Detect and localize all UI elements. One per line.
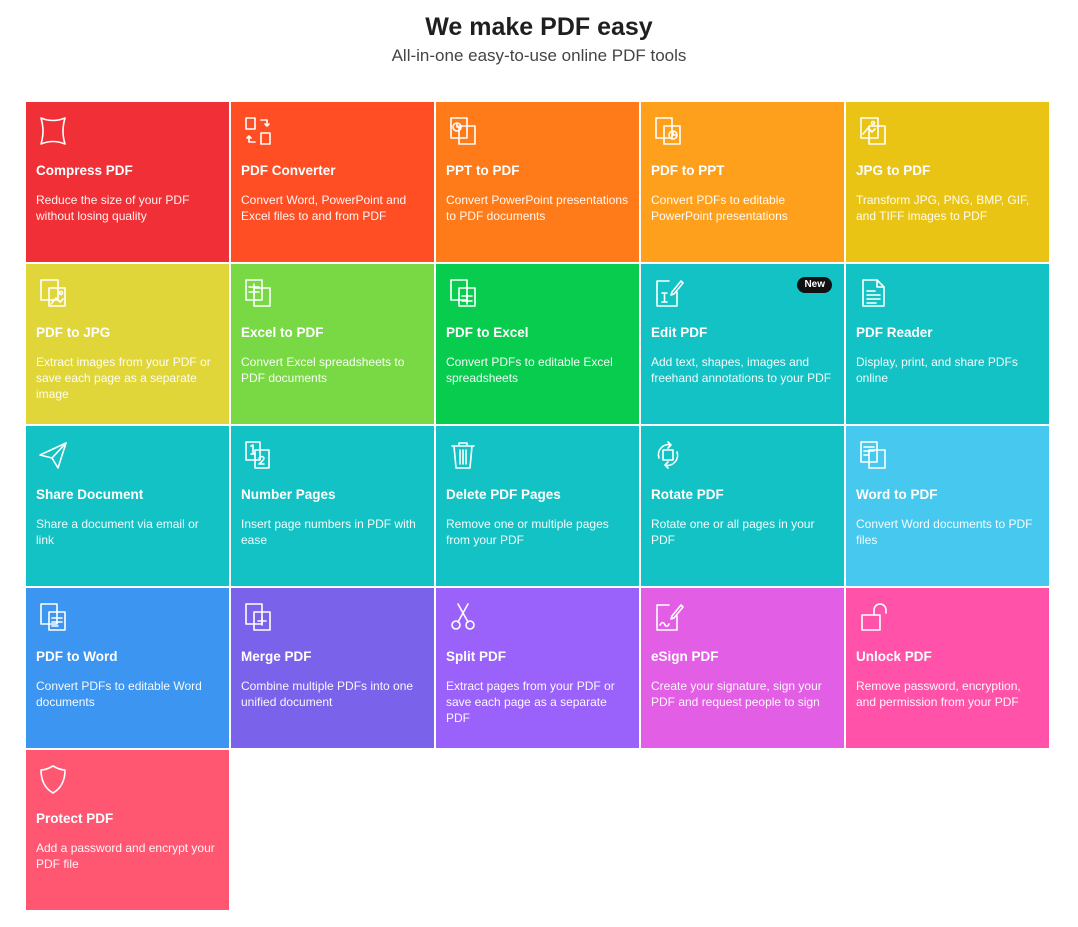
page-subtitle: All-in-one easy-to-use online PDF tools [391, 46, 687, 65]
page-header: We make PDF easy All-in-one easy-to-use … [0, 0, 1078, 67]
tool-name: Excel to PDF [241, 325, 324, 340]
tool-name: eSign PDF [651, 649, 719, 664]
compress-icon [36, 114, 70, 148]
tool-name: Compress PDF [36, 163, 133, 178]
tool-card-pdf-reader[interactable]: PDF Reader Display, print, and share PDFs… [846, 264, 1049, 424]
tool-description: Remove password, encryption, and permiss… [856, 679, 1021, 709]
tool-card-pdf-to-jpg[interactable]: PDF to JPG Extract images from your PDF o… [26, 264, 229, 424]
new-badge: New [797, 277, 832, 293]
share-icon [36, 438, 70, 472]
reader-icon [856, 276, 890, 310]
tool-name: Edit PDF [651, 325, 708, 340]
tool-description: Convert Word documents to PDF files [856, 517, 1033, 547]
tool-card-compress-pdf[interactable]: Compress PDF Reduce the size of your PDF … [26, 102, 229, 262]
tool-description: Display, print, and share PDFs online [856, 355, 1018, 385]
tool-name: Split PDF [446, 649, 506, 664]
tool-description: Add a password and encrypt your PDF file [36, 841, 215, 871]
tool-name: Merge PDF [241, 649, 312, 664]
tool-description: Share a document via email or link [36, 517, 199, 547]
word-to-pdf-icon [856, 438, 890, 472]
tool-card-jpg-to-pdf[interactable]: JPG to PDF Transform JPG, PNG, BMP, GIF, … [846, 102, 1049, 262]
scissors-icon [446, 600, 480, 634]
tool-card-pdf-to-word[interactable]: PDF to Word Convert PDFs to editable Word… [26, 588, 229, 748]
tool-card-pdf-to-ppt[interactable]: PDF to PPT Convert PDFs to editable Power… [641, 102, 844, 262]
tool-card-excel-to-pdf[interactable]: Excel to PDF Convert Excel spreadsheets t… [231, 264, 434, 424]
tool-name: Protect PDF [36, 811, 114, 826]
pdf-to-jpg-icon [36, 276, 70, 310]
tool-card-merge-pdf[interactable]: Merge PDF Combine multiple PDFs into one … [231, 588, 434, 748]
tool-card-edit-pdf[interactable]: Edit PDF Add text, shapes, images and fre… [641, 264, 844, 424]
tool-name: Share Document [36, 487, 144, 502]
tool-card-share-document[interactable]: Share Document Share a document via email… [26, 426, 229, 586]
tool-name: Delete PDF Pages [446, 487, 561, 502]
jpg-to-pdf-icon [856, 114, 890, 148]
tool-description: Transform JPG, PNG, BMP, GIF, and TIFF i… [856, 193, 1030, 223]
tool-name: Number Pages [241, 487, 336, 502]
pdf-to-ppt-icon [651, 114, 685, 148]
edit-icon [651, 276, 685, 310]
tool-name: PPT to PDF [446, 163, 520, 178]
tool-description: Add text, shapes, images and freehand an… [651, 355, 832, 385]
tool-name: JPG to PDF [856, 163, 931, 178]
tool-card-rotate-pdf[interactable]: Rotate PDF Rotate one or all pages in you… [641, 426, 844, 586]
esign-icon [651, 600, 685, 634]
tool-card-pdf-to-excel[interactable]: PDF to Excel Convert PDFs to editable Exc… [436, 264, 639, 424]
tool-description: Extract pages from your PDF or save each… [446, 679, 615, 725]
trash-icon [446, 438, 480, 472]
tool-card-ppt-to-pdf[interactable]: PPT to PDF Convert PowerPoint presentatio… [436, 102, 639, 262]
tool-name: PDF to PPT [651, 163, 725, 178]
unlock-icon [856, 600, 890, 634]
tool-description: Convert Excel spreadsheets to PDF docume… [241, 355, 405, 385]
tool-card-unlock-pdf[interactable]: Unlock PDF Remove password, encryption, a… [846, 588, 1049, 748]
pdf-to-excel-icon [446, 276, 480, 310]
tool-name: PDF to Excel [446, 325, 529, 340]
tool-description: Insert page numbers in PDF with ease [241, 517, 416, 547]
merge-icon [241, 600, 275, 634]
tool-description: Convert Word, PowerPoint and Excel files… [241, 193, 407, 223]
tool-card-word-to-pdf[interactable]: Word to PDF Convert Word documents to PDF… [846, 426, 1049, 586]
tool-card-pdf-converter[interactable]: PDF Converter Convert Word, PowerPoint an… [231, 102, 434, 262]
pdf-to-word-icon [36, 600, 70, 634]
tool-card-protect-pdf[interactable]: Protect PDF Add a password and encrypt yo… [26, 750, 229, 910]
tool-name: PDF to Word [36, 649, 118, 664]
tool-card-split-pdf[interactable]: Split PDF Extract pages from your PDF or … [436, 588, 639, 748]
tool-card-esign-pdf[interactable]: eSign PDF Create your signature, sign you… [641, 588, 844, 748]
tool-description: Create your signature, sign your PDF and… [651, 679, 822, 709]
tool-name: PDF Converter [241, 163, 336, 178]
ppt-to-pdf-icon [446, 114, 480, 148]
tool-grid: Compress PDF Reduce the size of your PDF … [26, 102, 1050, 910]
tool-description: Extract images from your PDF or save eac… [36, 355, 211, 401]
tool-card-delete-pdf-pages[interactable]: Delete PDF Pages Remove one or multiple p… [436, 426, 639, 586]
shield-icon [36, 762, 70, 796]
excel-to-pdf-icon [241, 276, 275, 310]
tool-card-number-pages[interactable]: Number Pages Insert page numbers in PDF w… [231, 426, 434, 586]
tool-name: PDF to JPG [36, 325, 111, 340]
tool-name: Unlock PDF [856, 649, 932, 664]
converter-icon [241, 114, 275, 148]
tool-description: Rotate one or all pages in your PDF [651, 517, 815, 547]
tool-name: Rotate PDF [651, 487, 724, 502]
tool-description: Convert PDFs to editable Excel spreadshe… [446, 355, 613, 385]
number-pages-icon [241, 438, 275, 472]
rotate-icon [651, 438, 685, 472]
tool-description: Convert PDFs to editable Word documents [36, 679, 202, 709]
tool-description: Convert PDFs to editable PowerPoint pres… [651, 193, 788, 223]
tool-description: Remove one or multiple pages from your P… [446, 517, 609, 547]
tool-description: Combine multiple PDFs into one unified d… [241, 679, 414, 709]
tool-description: Reduce the size of your PDF without losi… [36, 193, 190, 223]
tool-description: Convert PowerPoint presentations to PDF … [446, 193, 629, 223]
tool-name: PDF Reader [856, 325, 933, 340]
page-title: We make PDF easy [425, 13, 653, 41]
tool-name: Word to PDF [856, 487, 938, 502]
